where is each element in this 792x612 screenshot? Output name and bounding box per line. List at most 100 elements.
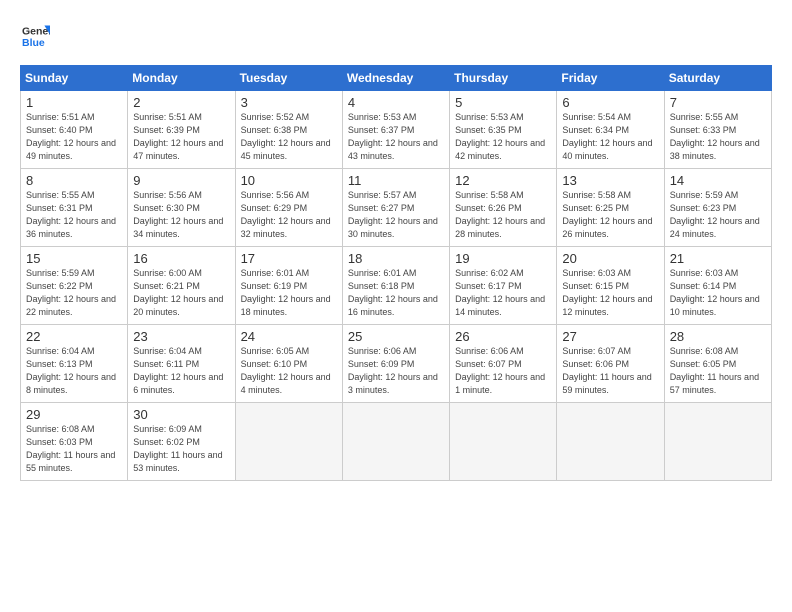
day-cell-28: 28Sunrise: 6:08 AM Sunset: 6:05 PM Dayli… xyxy=(664,325,771,403)
weekday-friday: Friday xyxy=(557,66,664,91)
day-cell-10: 10Sunrise: 5:56 AM Sunset: 6:29 PM Dayli… xyxy=(235,169,342,247)
day-cell-26: 26Sunrise: 6:06 AM Sunset: 6:07 PM Dayli… xyxy=(450,325,557,403)
day-info: Sunrise: 6:05 AM Sunset: 6:10 PM Dayligh… xyxy=(241,345,338,397)
day-cell-11: 11Sunrise: 5:57 AM Sunset: 6:27 PM Dayli… xyxy=(342,169,449,247)
week-row-5: 29Sunrise: 6:08 AM Sunset: 6:03 PM Dayli… xyxy=(21,403,772,481)
empty-cell xyxy=(664,403,771,481)
day-number: 14 xyxy=(670,173,767,188)
day-info: Sunrise: 5:54 AM Sunset: 6:34 PM Dayligh… xyxy=(562,111,659,163)
weekday-tuesday: Tuesday xyxy=(235,66,342,91)
day-number: 26 xyxy=(455,329,552,344)
weekday-wednesday: Wednesday xyxy=(342,66,449,91)
day-info: Sunrise: 6:01 AM Sunset: 6:18 PM Dayligh… xyxy=(348,267,445,319)
day-info: Sunrise: 5:57 AM Sunset: 6:27 PM Dayligh… xyxy=(348,189,445,241)
day-cell-13: 13Sunrise: 5:58 AM Sunset: 6:25 PM Dayli… xyxy=(557,169,664,247)
day-cell-29: 29Sunrise: 6:08 AM Sunset: 6:03 PM Dayli… xyxy=(21,403,128,481)
day-cell-8: 8Sunrise: 5:55 AM Sunset: 6:31 PM Daylig… xyxy=(21,169,128,247)
day-cell-25: 25Sunrise: 6:06 AM Sunset: 6:09 PM Dayli… xyxy=(342,325,449,403)
day-number: 18 xyxy=(348,251,445,266)
day-number: 7 xyxy=(670,95,767,110)
day-info: Sunrise: 5:53 AM Sunset: 6:37 PM Dayligh… xyxy=(348,111,445,163)
day-number: 12 xyxy=(455,173,552,188)
day-cell-4: 4Sunrise: 5:53 AM Sunset: 6:37 PM Daylig… xyxy=(342,91,449,169)
day-info: Sunrise: 5:52 AM Sunset: 6:38 PM Dayligh… xyxy=(241,111,338,163)
day-number: 9 xyxy=(133,173,230,188)
day-cell-27: 27Sunrise: 6:07 AM Sunset: 6:06 PM Dayli… xyxy=(557,325,664,403)
day-cell-23: 23Sunrise: 6:04 AM Sunset: 6:11 PM Dayli… xyxy=(128,325,235,403)
day-number: 3 xyxy=(241,95,338,110)
day-cell-21: 21Sunrise: 6:03 AM Sunset: 6:14 PM Dayli… xyxy=(664,247,771,325)
day-cell-1: 1Sunrise: 5:51 AM Sunset: 6:40 PM Daylig… xyxy=(21,91,128,169)
day-cell-5: 5Sunrise: 5:53 AM Sunset: 6:35 PM Daylig… xyxy=(450,91,557,169)
day-info: Sunrise: 6:04 AM Sunset: 6:13 PM Dayligh… xyxy=(26,345,123,397)
week-row-2: 8Sunrise: 5:55 AM Sunset: 6:31 PM Daylig… xyxy=(21,169,772,247)
day-number: 4 xyxy=(348,95,445,110)
weekday-header-row: SundayMondayTuesdayWednesdayThursdayFrid… xyxy=(21,66,772,91)
day-info: Sunrise: 6:06 AM Sunset: 6:07 PM Dayligh… xyxy=(455,345,552,397)
weekday-monday: Monday xyxy=(128,66,235,91)
day-number: 6 xyxy=(562,95,659,110)
empty-cell xyxy=(235,403,342,481)
day-number: 21 xyxy=(670,251,767,266)
day-info: Sunrise: 6:06 AM Sunset: 6:09 PM Dayligh… xyxy=(348,345,445,397)
day-info: Sunrise: 5:56 AM Sunset: 6:30 PM Dayligh… xyxy=(133,189,230,241)
day-cell-24: 24Sunrise: 6:05 AM Sunset: 6:10 PM Dayli… xyxy=(235,325,342,403)
day-number: 25 xyxy=(348,329,445,344)
day-number: 27 xyxy=(562,329,659,344)
day-info: Sunrise: 6:04 AM Sunset: 6:11 PM Dayligh… xyxy=(133,345,230,397)
day-cell-16: 16Sunrise: 6:00 AM Sunset: 6:21 PM Dayli… xyxy=(128,247,235,325)
day-cell-17: 17Sunrise: 6:01 AM Sunset: 6:19 PM Dayli… xyxy=(235,247,342,325)
svg-text:Blue: Blue xyxy=(22,37,45,49)
day-number: 30 xyxy=(133,407,230,422)
day-number: 11 xyxy=(348,173,445,188)
day-number: 2 xyxy=(133,95,230,110)
weekday-sunday: Sunday xyxy=(21,66,128,91)
day-info: Sunrise: 5:51 AM Sunset: 6:40 PM Dayligh… xyxy=(26,111,123,163)
day-info: Sunrise: 5:59 AM Sunset: 6:23 PM Dayligh… xyxy=(670,189,767,241)
day-number: 1 xyxy=(26,95,123,110)
day-number: 28 xyxy=(670,329,767,344)
day-number: 20 xyxy=(562,251,659,266)
day-info: Sunrise: 6:03 AM Sunset: 6:14 PM Dayligh… xyxy=(670,267,767,319)
day-number: 19 xyxy=(455,251,552,266)
day-info: Sunrise: 5:55 AM Sunset: 6:33 PM Dayligh… xyxy=(670,111,767,163)
day-number: 16 xyxy=(133,251,230,266)
day-info: Sunrise: 5:58 AM Sunset: 6:25 PM Dayligh… xyxy=(562,189,659,241)
day-cell-6: 6Sunrise: 5:54 AM Sunset: 6:34 PM Daylig… xyxy=(557,91,664,169)
day-cell-19: 19Sunrise: 6:02 AM Sunset: 6:17 PM Dayli… xyxy=(450,247,557,325)
day-number: 17 xyxy=(241,251,338,266)
day-cell-14: 14Sunrise: 5:59 AM Sunset: 6:23 PM Dayli… xyxy=(664,169,771,247)
day-cell-12: 12Sunrise: 5:58 AM Sunset: 6:26 PM Dayli… xyxy=(450,169,557,247)
day-cell-3: 3Sunrise: 5:52 AM Sunset: 6:38 PM Daylig… xyxy=(235,91,342,169)
day-cell-18: 18Sunrise: 6:01 AM Sunset: 6:18 PM Dayli… xyxy=(342,247,449,325)
day-info: Sunrise: 6:02 AM Sunset: 6:17 PM Dayligh… xyxy=(455,267,552,319)
day-cell-9: 9Sunrise: 5:56 AM Sunset: 6:30 PM Daylig… xyxy=(128,169,235,247)
logo-icon: General Blue xyxy=(22,22,50,50)
day-info: Sunrise: 5:59 AM Sunset: 6:22 PM Dayligh… xyxy=(26,267,123,319)
week-row-3: 15Sunrise: 5:59 AM Sunset: 6:22 PM Dayli… xyxy=(21,247,772,325)
day-number: 5 xyxy=(455,95,552,110)
day-cell-15: 15Sunrise: 5:59 AM Sunset: 6:22 PM Dayli… xyxy=(21,247,128,325)
weekday-thursday: Thursday xyxy=(450,66,557,91)
day-cell-22: 22Sunrise: 6:04 AM Sunset: 6:13 PM Dayli… xyxy=(21,325,128,403)
empty-cell xyxy=(342,403,449,481)
day-number: 24 xyxy=(241,329,338,344)
day-info: Sunrise: 5:53 AM Sunset: 6:35 PM Dayligh… xyxy=(455,111,552,163)
day-info: Sunrise: 6:07 AM Sunset: 6:06 PM Dayligh… xyxy=(562,345,659,397)
day-info: Sunrise: 5:58 AM Sunset: 6:26 PM Dayligh… xyxy=(455,189,552,241)
day-info: Sunrise: 6:08 AM Sunset: 6:05 PM Dayligh… xyxy=(670,345,767,397)
day-info: Sunrise: 6:08 AM Sunset: 6:03 PM Dayligh… xyxy=(26,423,123,475)
day-info: Sunrise: 5:51 AM Sunset: 6:39 PM Dayligh… xyxy=(133,111,230,163)
day-info: Sunrise: 6:01 AM Sunset: 6:19 PM Dayligh… xyxy=(241,267,338,319)
day-cell-7: 7Sunrise: 5:55 AM Sunset: 6:33 PM Daylig… xyxy=(664,91,771,169)
calendar-table: SundayMondayTuesdayWednesdayThursdayFrid… xyxy=(20,65,772,481)
empty-cell xyxy=(557,403,664,481)
weekday-saturday: Saturday xyxy=(664,66,771,91)
day-number: 10 xyxy=(241,173,338,188)
day-info: Sunrise: 6:09 AM Sunset: 6:02 PM Dayligh… xyxy=(133,423,230,475)
day-number: 8 xyxy=(26,173,123,188)
day-cell-20: 20Sunrise: 6:03 AM Sunset: 6:15 PM Dayli… xyxy=(557,247,664,325)
day-info: Sunrise: 6:00 AM Sunset: 6:21 PM Dayligh… xyxy=(133,267,230,319)
day-cell-30: 30Sunrise: 6:09 AM Sunset: 6:02 PM Dayli… xyxy=(128,403,235,481)
day-info: Sunrise: 6:03 AM Sunset: 6:15 PM Dayligh… xyxy=(562,267,659,319)
